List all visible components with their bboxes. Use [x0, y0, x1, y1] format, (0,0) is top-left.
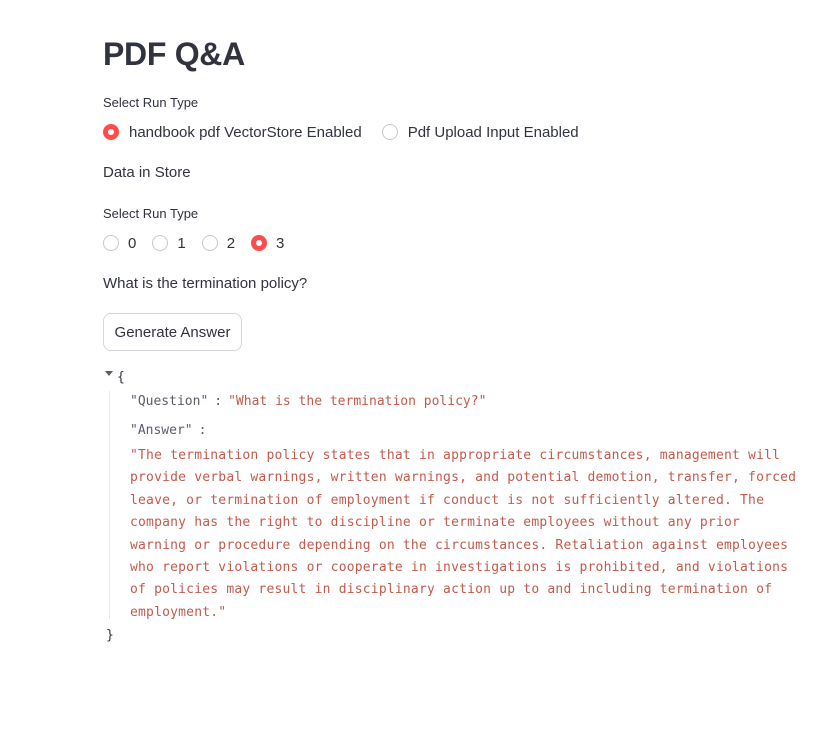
question-text: What is the termination policy? [103, 275, 308, 292]
json-question-line: "Question": "What is the termination poli… [130, 393, 486, 411]
radio-selected-icon[interactable] [251, 235, 268, 251]
app-root: PDF Q&A Select Run Type handbook pdf Vec… [0, 0, 833, 742]
radio-option-handbook-vectorstore[interactable]: handbook pdf VectorStore Enabled [103, 124, 362, 141]
run-number-radio-group: 0 1 2 3 [103, 233, 300, 253]
radio-option-2[interactable]: 2 [201, 234, 236, 252]
run-type-label-2: Select Run Type [103, 206, 199, 221]
radio-selected-icon[interactable] [103, 124, 119, 140]
json-colon: : [214, 394, 223, 409]
radio-option-pdf-upload[interactable]: Pdf Upload Input Enabled [381, 123, 579, 141]
json-close-brace: } [106, 628, 114, 643]
radio-option-label: Pdf Upload Input Enabled [407, 123, 579, 141]
radio-option-label: handbook pdf VectorStore Enabled [129, 123, 362, 141]
radio-option-0[interactable]: 0 [103, 235, 136, 252]
radio-option-label: 1 [177, 234, 186, 252]
radio-unselected-icon[interactable] [152, 235, 169, 251]
radio-option-label: 2 [226, 234, 236, 252]
json-colon: : [198, 423, 207, 438]
radio-unselected-icon[interactable] [201, 235, 218, 251]
json-open-brace: { [117, 370, 125, 385]
json-body: "Question": "What is the termination poli… [109, 391, 800, 620]
json-answer-key-line: "Answer": [130, 422, 212, 440]
run-type-label: Select Run Type [103, 95, 199, 110]
json-question-value: "What is the termination policy?" [228, 394, 487, 409]
radio-option-label: 0 [128, 234, 137, 252]
radio-option-3[interactable]: 3 [251, 235, 284, 252]
json-question-key: "Question" [130, 394, 209, 409]
json-answer-key: "Answer" [130, 423, 193, 438]
page-title: PDF Q&A [103, 36, 245, 72]
collapse-triangle-icon[interactable] [105, 371, 113, 376]
run-type-radio-group: handbook pdf VectorStore Enabled Pdf Upl… [103, 122, 599, 142]
generate-answer-button[interactable]: Generate Answer [103, 313, 242, 351]
radio-option-label: 3 [276, 234, 285, 252]
radio-unselected-icon[interactable] [381, 124, 398, 140]
json-answer-value: "The termination policy states that in a… [130, 448, 797, 620]
radio-option-1[interactable]: 1 [152, 234, 186, 252]
data-in-store-text: Data in Store [103, 164, 191, 181]
radio-unselected-icon[interactable] [103, 235, 119, 251]
